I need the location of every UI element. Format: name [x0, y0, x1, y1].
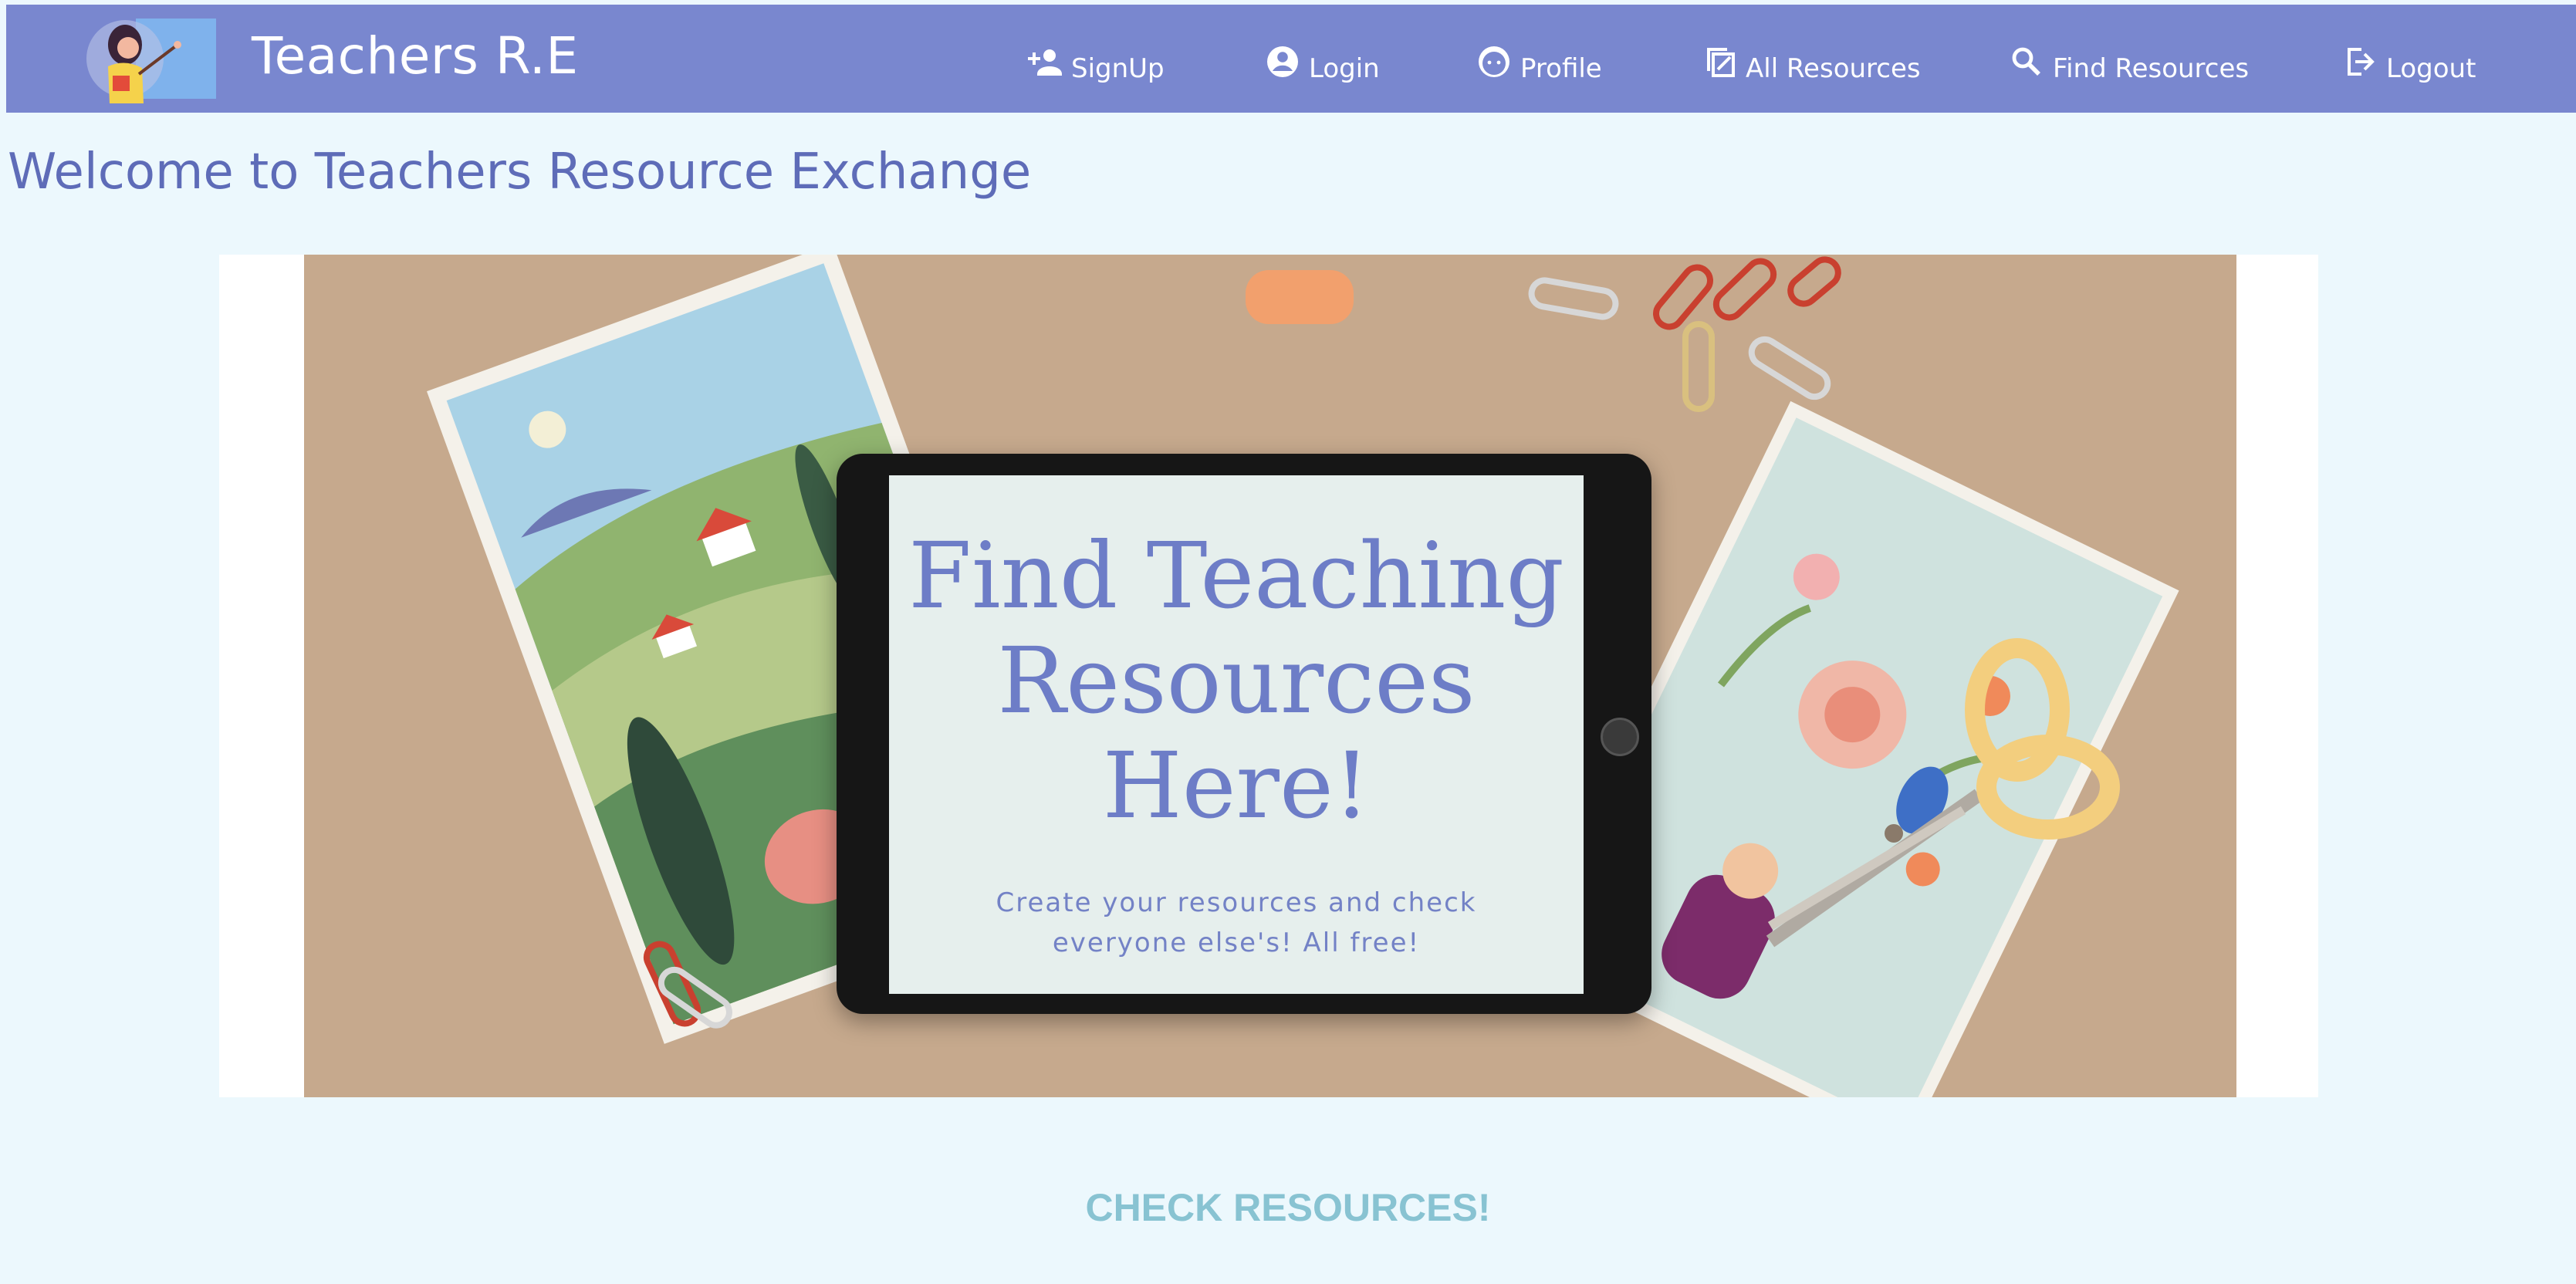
- nav-profile-label: Profile: [1520, 53, 1602, 84]
- logout-icon: [2348, 48, 2375, 76]
- account-circle-icon: [1267, 46, 1298, 77]
- check-resources-button[interactable]: CHECK RESOURCES!: [0, 1185, 2576, 1230]
- hero-image: Find Teaching Resources Here! Create you…: [304, 255, 2236, 1097]
- nav-profile[interactable]: Profile: [1476, 39, 1602, 85]
- page-title: Welcome to Teachers Resource Exchange: [8, 144, 1032, 201]
- nav-logout-label: Logout: [2386, 53, 2476, 84]
- person-add-icon: [1028, 49, 1062, 76]
- nav-all-resources-label: All Resources: [1746, 53, 1921, 84]
- hero-subtext-line-2: everyone else's! All free!: [1052, 928, 1421, 958]
- hero-headline-line-3: Here!: [1102, 732, 1371, 839]
- brand-title[interactable]: Teachers R.E: [252, 26, 579, 86]
- nav-signup[interactable]: SignUp: [1026, 39, 1165, 85]
- hero-headline: Find Teaching Resources Here!: [897, 523, 1576, 838]
- nav-find-resources[interactable]: Find Resources: [2008, 39, 2249, 85]
- hero-frame: Find Teaching Resources Here! Create you…: [219, 255, 2318, 1097]
- nav-login-label: Login: [1309, 53, 1380, 84]
- nav-signup-label: SignUp: [1071, 53, 1165, 84]
- hero-subtext: Create your resources and check everyone…: [989, 883, 1483, 963]
- nav-all-resources[interactable]: All Resources: [1701, 39, 1921, 85]
- face-icon: [1479, 46, 1509, 77]
- resources-icon: [1707, 48, 1735, 77]
- teacher-logo-icon[interactable]: [82, 12, 219, 110]
- tablet: Find Teaching Resources Here! Create you…: [837, 454, 1651, 1014]
- hero-headline-line-1: Find Teaching: [908, 522, 1564, 629]
- hero-subtext-line-1: Create your resources and check: [996, 887, 1477, 918]
- hero-headline-line-2: Resources: [997, 627, 1476, 734]
- nav-find-resources-label: Find Resources: [2053, 53, 2250, 84]
- tablet-screen: Find Teaching Resources Here! Create you…: [889, 475, 1584, 994]
- navbar: Teachers R.E SignUp Login Profile All Re…: [6, 5, 2576, 113]
- tablet-home-button-icon: [1601, 718, 1639, 756]
- nav-logout[interactable]: Logout: [2341, 39, 2476, 85]
- search-icon: [2012, 47, 2040, 76]
- nav-login[interactable]: Login: [1264, 39, 1380, 85]
